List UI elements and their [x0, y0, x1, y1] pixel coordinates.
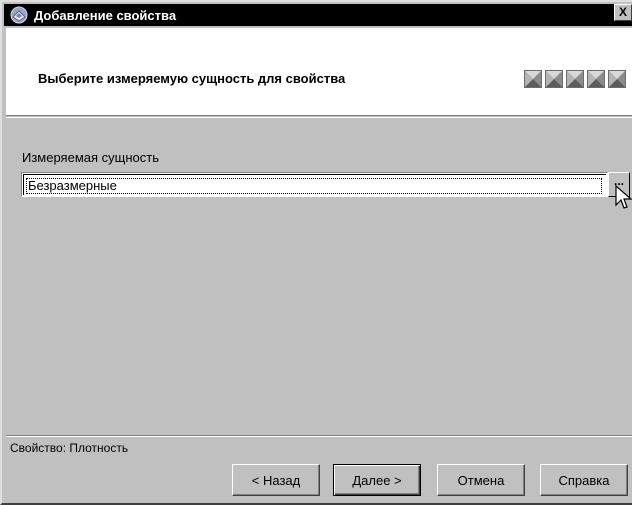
step-icon: [524, 70, 542, 88]
app-icon: [10, 6, 28, 24]
wizard-instruction: Выберите измеряемую сущность для свойств…: [38, 71, 346, 86]
field-frame: Безразмерные: [23, 174, 606, 195]
measured-entity-value: Безразмерные: [26, 178, 602, 194]
step-icon: [587, 70, 605, 88]
next-button[interactable]: Далее >: [333, 464, 421, 496]
status-divider: [6, 435, 632, 437]
measured-entity-label: Измеряемая сущность: [22, 150, 159, 165]
dialog-window: Добавление свойства X Выберите измеряему…: [0, 0, 632, 505]
measured-entity-field[interactable]: Безразмерные: [21, 172, 608, 197]
back-button[interactable]: < Назад: [232, 464, 320, 496]
window-title: Добавление свойства: [34, 7, 177, 23]
wizard-steps: [524, 70, 626, 88]
step-icon: [608, 70, 626, 88]
title-bar[interactable]: Добавление свойства: [4, 4, 632, 26]
status-text: Свойство: Плотность: [10, 441, 129, 455]
help-button[interactable]: Справка: [540, 464, 628, 496]
mouse-cursor-icon: [615, 185, 632, 209]
header-divider: [6, 117, 632, 118]
close-button[interactable]: X: [614, 4, 632, 21]
wizard-header: Выберите измеряемую сущность для свойств…: [6, 28, 632, 116]
step-icon: [566, 70, 584, 88]
cancel-button[interactable]: Отмена: [437, 464, 525, 496]
step-icon: [545, 70, 563, 88]
